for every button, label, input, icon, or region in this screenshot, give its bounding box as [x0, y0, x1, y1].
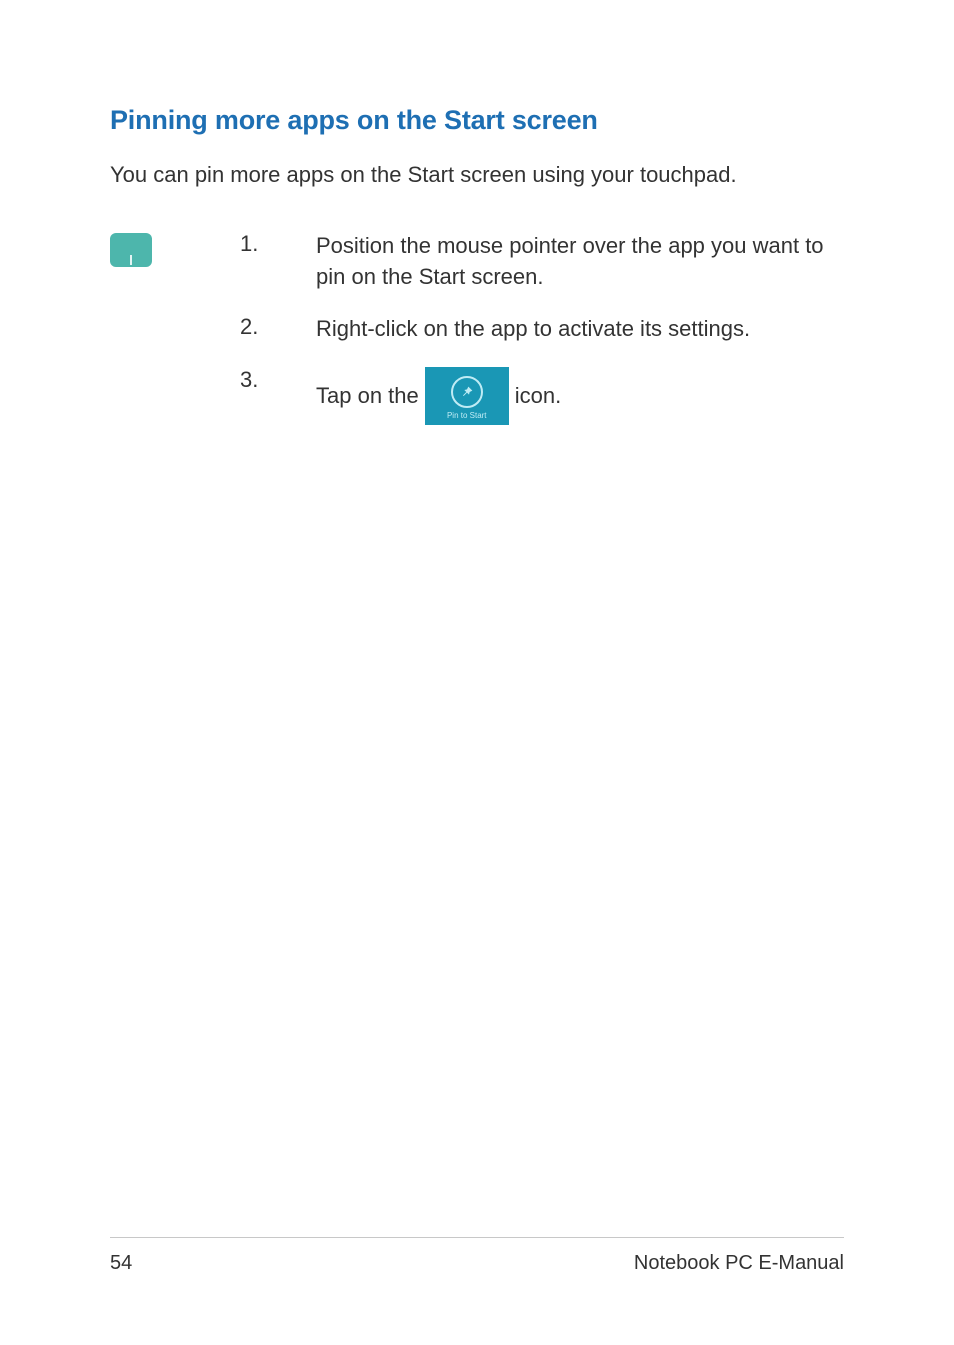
step-number: 2.: [240, 314, 316, 340]
step-number: 1.: [240, 231, 316, 257]
page-number: 54: [110, 1252, 132, 1275]
page-footer: 54 Notebook PC E-Manual: [110, 1237, 844, 1275]
content-row: 1. Position the mouse pointer over the a…: [110, 231, 844, 447]
step-2: 2. Right-click on the app to activate it…: [240, 314, 844, 345]
step-1: 1. Position the mouse pointer over the a…: [240, 231, 844, 293]
section-heading: Pinning more apps on the Start screen: [110, 105, 844, 136]
intro-paragraph: You can pin more apps on the Start scree…: [110, 160, 844, 191]
pin-to-start-icon: Pin to Start: [425, 367, 509, 425]
manual-page: Pinning more apps on the Start screen Yo…: [0, 0, 954, 1345]
pin-icon: [459, 384, 475, 400]
step-text-content: Right-click on the app to activate its s…: [316, 314, 750, 345]
icon-column: [110, 231, 152, 267]
step-text-content: Position the mouse pointer over the app …: [316, 231, 844, 293]
pin-icon-label: Pin to Start: [447, 410, 487, 421]
steps-column: 1. Position the mouse pointer over the a…: [240, 231, 844, 447]
step-text: Position the mouse pointer over the app …: [316, 231, 844, 293]
step-text: Right-click on the app to activate its s…: [316, 314, 844, 345]
step-number: 3.: [240, 367, 316, 393]
document-title: Notebook PC E-Manual: [634, 1252, 844, 1275]
step-text-post: icon.: [515, 381, 561, 412]
touchpad-icon: [110, 233, 152, 267]
pin-circle-icon: [451, 376, 483, 408]
step-3: 3. Tap on the Pin to Start icon.: [240, 367, 844, 425]
step-text-pre: Tap on the: [316, 381, 419, 412]
step-text: Tap on the Pin to Start icon.: [316, 367, 844, 425]
